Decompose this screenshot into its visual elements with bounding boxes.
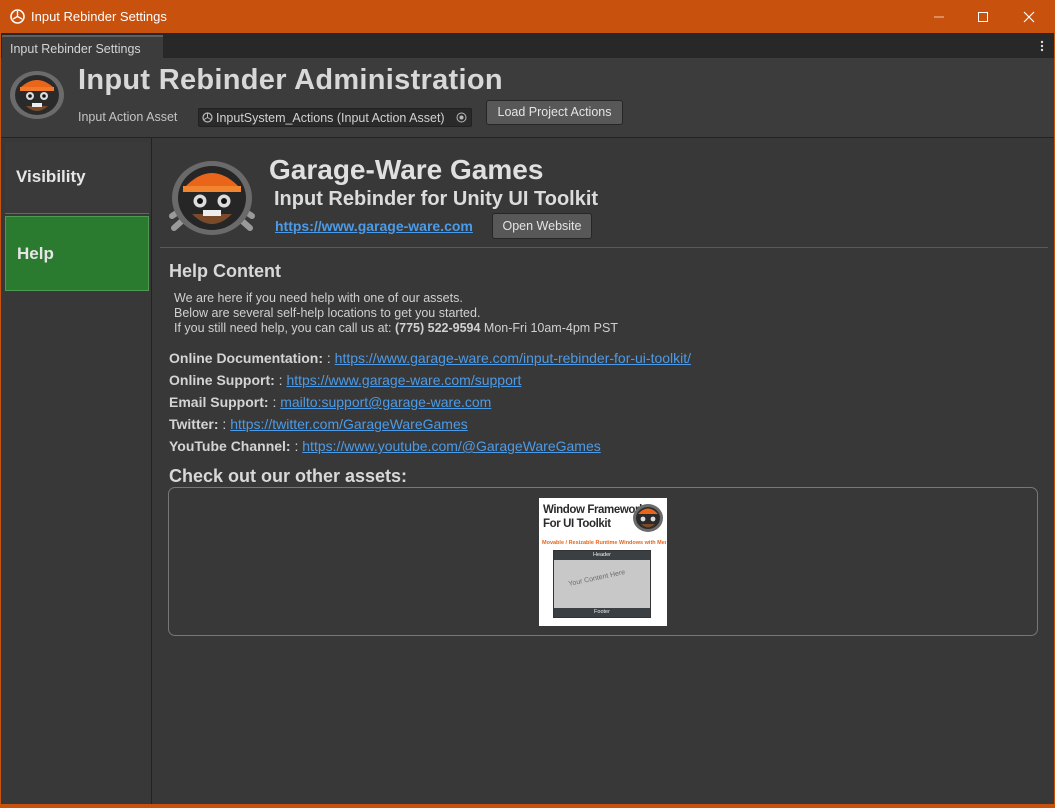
help-line-hours: Mon-Fri 10am-4pm PST [480, 321, 618, 335]
contact-row-twitter: Twitter: : https://twitter.com/GarageWar… [169, 416, 468, 432]
window-titlebar: Input Rebinder Settings [0, 0, 1055, 33]
maximize-icon [978, 11, 988, 22]
thumb-window-mock: Header Your Content Here Footer [553, 550, 651, 618]
tab-label: Input Rebinder Settings [10, 42, 141, 56]
input-action-asset-label: Input Action Asset [78, 110, 178, 124]
contact-row-documentation: Online Documentation: : https://www.gara… [169, 350, 691, 366]
input-action-asset-icon [202, 112, 213, 123]
contact-label: YouTube Channel: [169, 438, 291, 454]
help-line: Below are several self-help locations to… [174, 306, 481, 320]
maximize-button[interactable] [960, 0, 1006, 33]
contact-label: Online Support: [169, 372, 275, 388]
minimize-icon [934, 16, 944, 17]
contact-link[interactable]: https://www.garage-ware.com/support [286, 372, 521, 388]
minimize-button[interactable] [916, 0, 962, 33]
contact-row-support: Online Support: : https://www.garage-war… [169, 372, 521, 388]
thumb-title-line: Window Framework [543, 504, 646, 516]
other-assets-heading: Check out our other assets: [169, 466, 408, 486]
contact-label: Email Support: [169, 394, 269, 410]
thumb-tagline: Movable / Resizable Runtime Windows with… [542, 540, 666, 546]
open-website-button[interactable]: Open Website [492, 213, 592, 239]
thumb-window-footer: Footer [554, 608, 650, 617]
sidebar-item-visibility[interactable]: Visibility [5, 142, 149, 214]
sidebar-item-label: Visibility [16, 167, 86, 186]
help-line: We are here if you need help with one of… [174, 291, 463, 305]
window-border-bottom [0, 804, 1055, 808]
unity-app-icon [10, 9, 25, 24]
thumb-title: Window Framework For UI Toolkit [543, 503, 646, 531]
contact-link[interactable]: https://twitter.com/GarageWareGames [230, 416, 468, 432]
thumb-footer-label: Footer [594, 609, 610, 615]
window-framework-asset-thumbnail[interactable]: Window Framework For UI Toolkit Movable … [539, 498, 667, 626]
help-content-heading: Help Content [169, 261, 281, 281]
editor-tab-bar: Input Rebinder Settings [0, 33, 1055, 58]
tab-input-rebinder-settings[interactable]: Input Rebinder Settings [2, 35, 163, 58]
thumb-header-label: Header [592, 552, 612, 558]
contact-link[interactable]: https://www.garage-ware.com/input-rebind… [335, 350, 691, 366]
thumb-content-label: Your Content Here [567, 569, 626, 588]
phone-number: (775) 522-9594 [394, 321, 481, 335]
contact-label: Online Documentation: [169, 350, 323, 366]
thumb-window-header: Header [554, 551, 650, 560]
load-project-actions-button[interactable]: Load Project Actions [486, 100, 623, 125]
contact-row-youtube: YouTube Channel: : https://www.youtube.c… [169, 438, 601, 454]
more-options-icon[interactable] [1040, 40, 1044, 52]
garage-ware-logo-small [10, 71, 64, 119]
contact-separator: : [323, 350, 335, 366]
help-line-prefix: If you still need help, you can call us … [174, 321, 395, 335]
window-border-left [0, 33, 1, 804]
company-title: Garage-Ware Games [269, 154, 544, 185]
input-action-asset-field[interactable]: InputSystem_Actions (Input Action Asset) [198, 108, 472, 127]
section-divider [160, 247, 1048, 248]
thumb-logo-icon [633, 504, 663, 532]
website-link[interactable]: https://www.garage-ware.com [275, 218, 473, 234]
contact-row-email: Email Support: : mailto:support@garage-w… [169, 394, 491, 410]
contact-label: Twitter: [169, 416, 219, 432]
sidebar-item-label: Help [17, 244, 54, 263]
page-title: Input Rebinder Administration [78, 64, 503, 96]
contact-link[interactable]: https://www.youtube.com/@GarageWareGames [302, 438, 600, 454]
thumb-title-line: For UI Toolkit [543, 518, 611, 530]
garage-ware-logo-large [169, 161, 255, 235]
close-button[interactable] [1006, 0, 1052, 33]
sidebar-item-help[interactable]: Help [5, 216, 149, 291]
sidebar: Visibility Help [0, 138, 152, 804]
help-intro-text: We are here if you need help with one of… [174, 291, 618, 336]
close-icon [1023, 11, 1035, 22]
contact-separator: : [290, 438, 303, 454]
product-subtitle: Input Rebinder for Unity UI Toolkit [274, 188, 599, 210]
contact-separator: : [274, 372, 287, 388]
help-line-phone: If you still need help, you can call us … [174, 321, 618, 336]
contact-separator: : [218, 416, 231, 432]
input-action-asset-value: InputSystem_Actions (Input Action Asset) [216, 111, 445, 125]
contact-link[interactable]: mailto:support@garage-ware.com [280, 394, 491, 410]
window-title: Input Rebinder Settings [31, 9, 167, 24]
object-picker-icon[interactable] [456, 112, 467, 123]
contact-separator: : [268, 394, 281, 410]
